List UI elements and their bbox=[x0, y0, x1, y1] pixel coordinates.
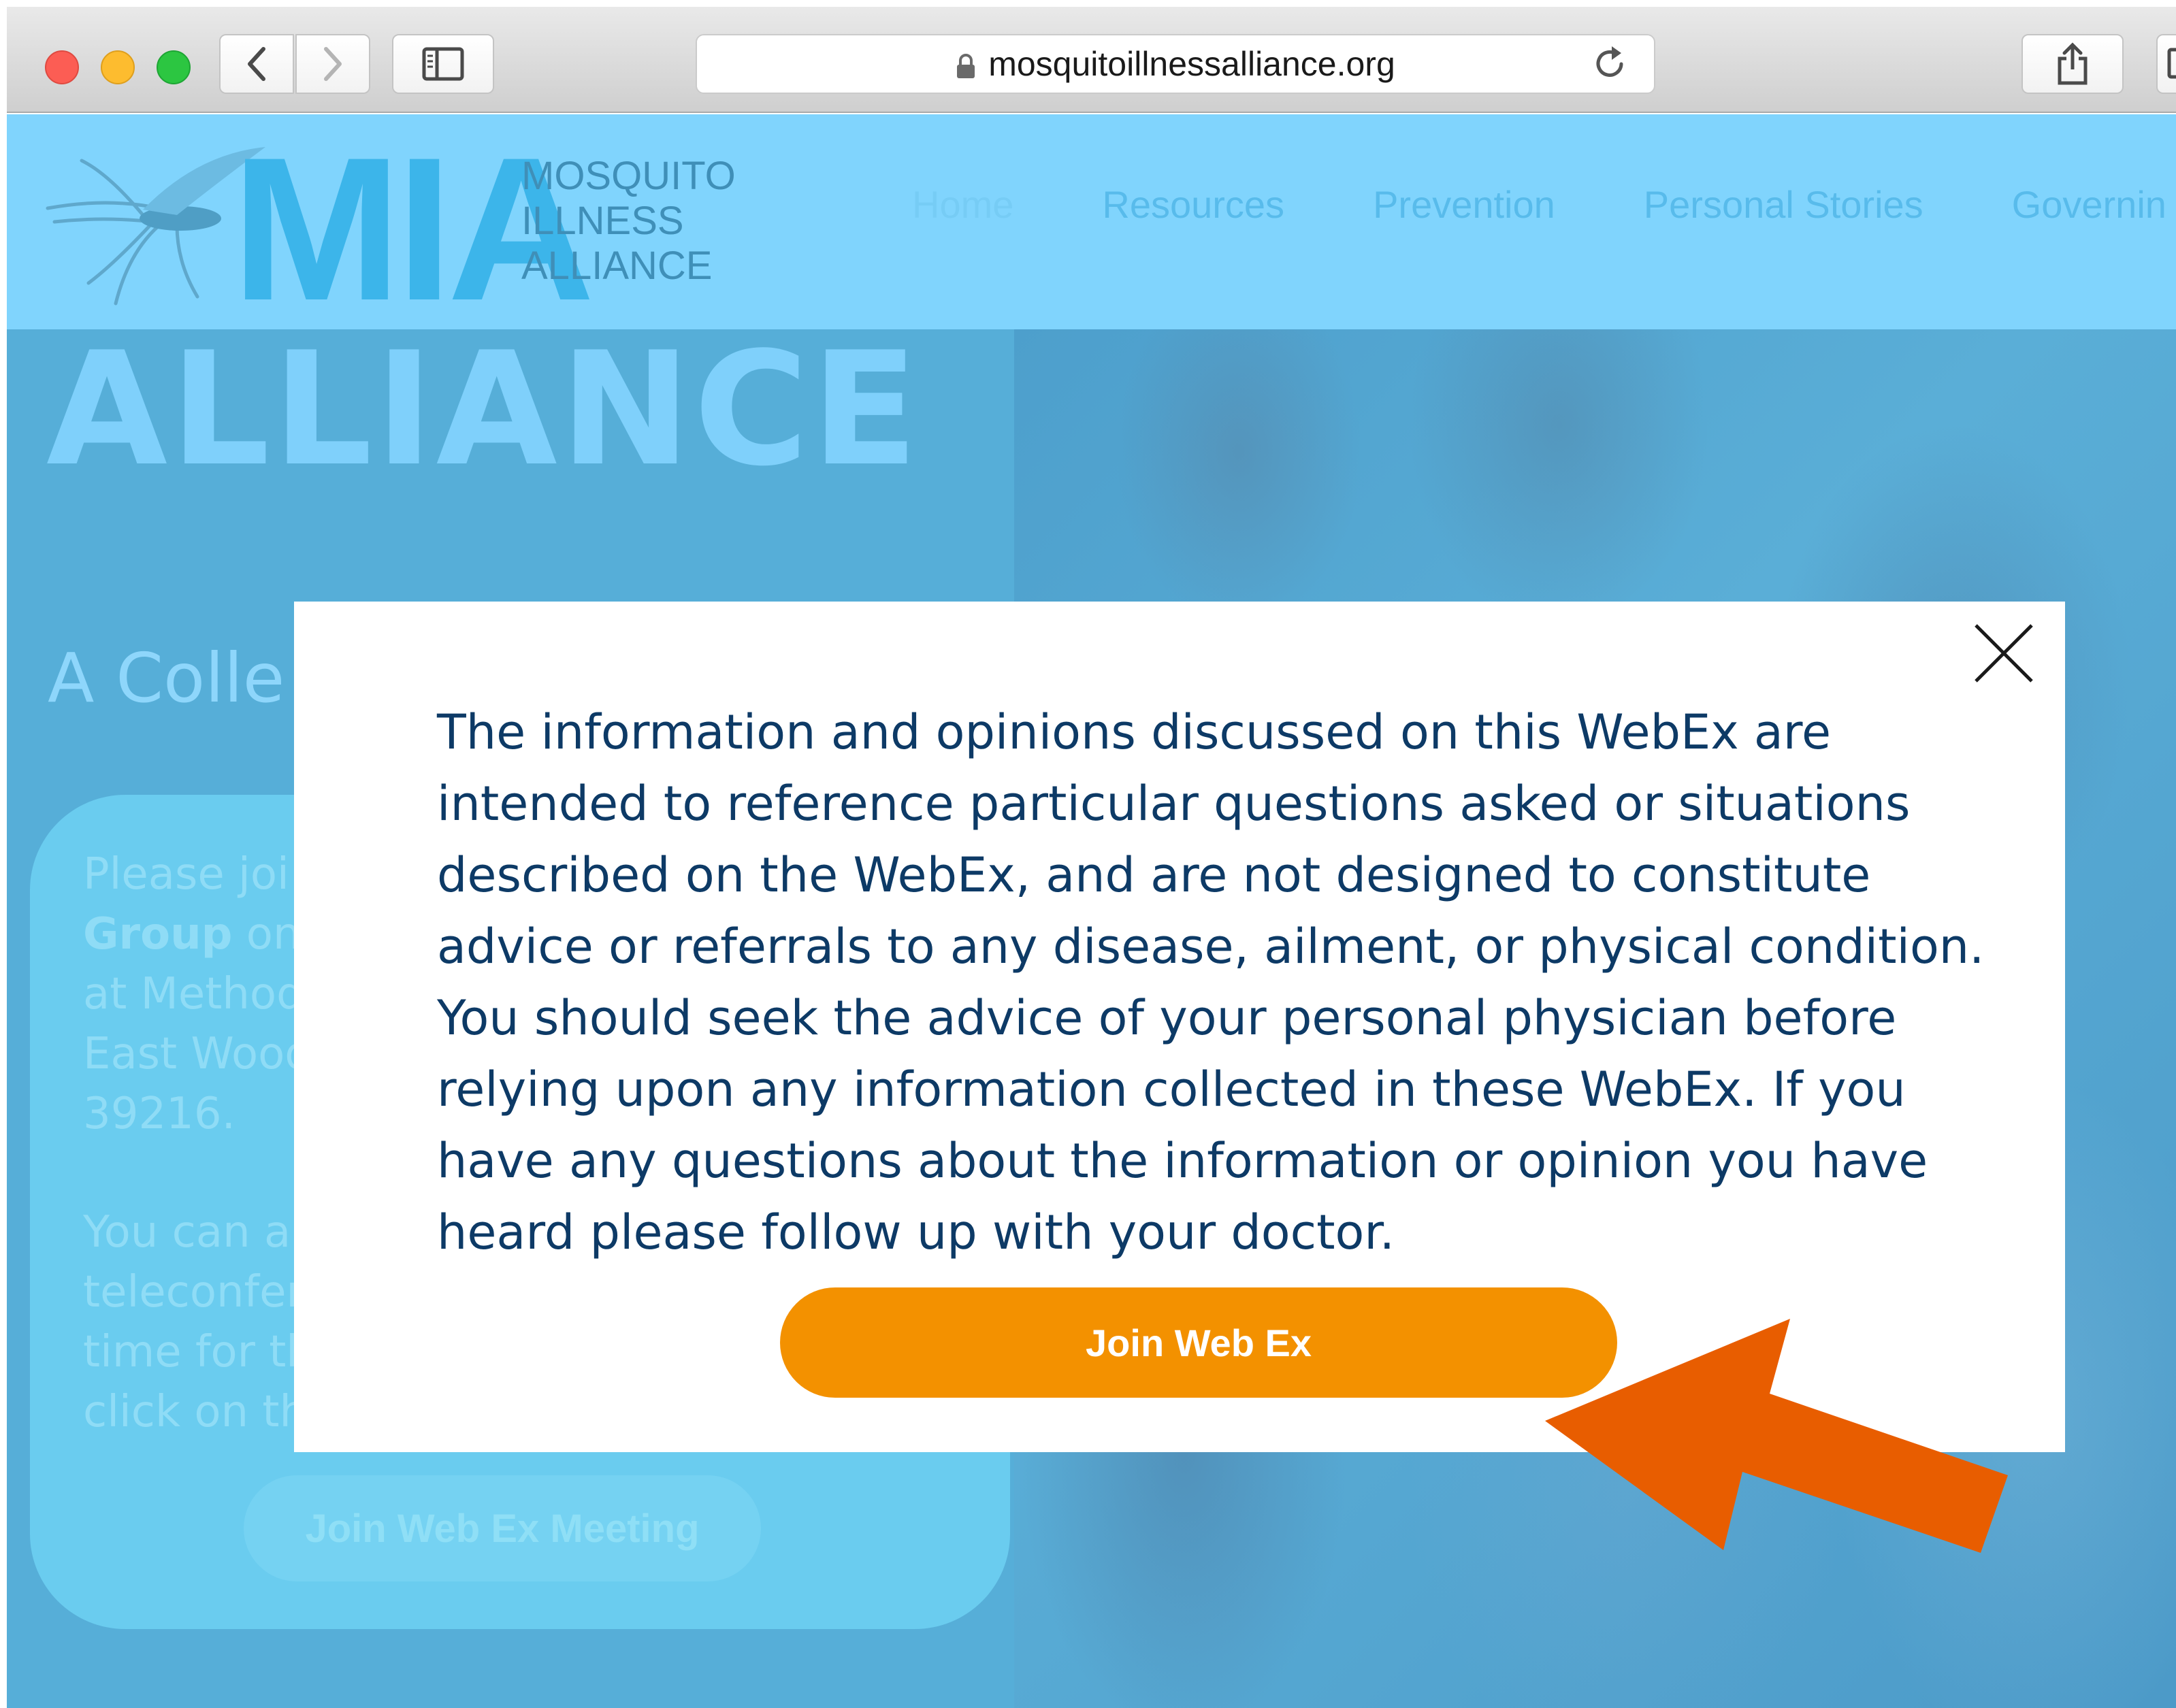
address-bar[interactable]: mosquitoillnessalliance.org bbox=[696, 34, 1655, 94]
card-text-fragment: on bbox=[246, 909, 301, 959]
card-text-line: at Method bbox=[83, 969, 304, 1019]
nav-item-personal-stories[interactable]: Personal Stories bbox=[1644, 182, 1923, 227]
nav-item-home[interactable]: Home bbox=[912, 182, 1013, 227]
site-logo[interactable]: MIA MOSQUITO ILLNESS ALLIANCE bbox=[41, 127, 790, 331]
join-webex-button[interactable]: Join Web Ex bbox=[780, 1287, 1617, 1398]
nav-item-resources[interactable]: Resources bbox=[1102, 182, 1284, 227]
hero-subtitle: A Colle bbox=[48, 638, 285, 718]
back-icon bbox=[248, 47, 265, 81]
card-text-line: 39216. bbox=[83, 1089, 236, 1139]
card-text-line: East Wood bbox=[83, 1029, 312, 1079]
browser-toolbar: mosquitoillnessalliance.org bbox=[7, 7, 2176, 113]
tabs-icon bbox=[2167, 48, 2176, 79]
back-button[interactable] bbox=[219, 34, 294, 94]
card-text-line: Please joi bbox=[83, 849, 289, 900]
lock-icon bbox=[956, 54, 976, 78]
sidebar-icon bbox=[422, 47, 464, 81]
window-minimize-button[interactable] bbox=[101, 50, 135, 84]
card-bold-text: Group bbox=[83, 909, 233, 959]
disclaimer-text: The information and opinions discussed o… bbox=[437, 704, 1985, 1260]
window-close-button[interactable] bbox=[45, 50, 79, 84]
forward-icon bbox=[324, 47, 342, 81]
sidebar-button[interactable] bbox=[392, 34, 494, 94]
logo-word: ILLNESS bbox=[521, 199, 684, 243]
card-text-line: teleconfer bbox=[83, 1267, 304, 1317]
main-nav: Home Resources Prevention Personal Stori… bbox=[912, 182, 2166, 227]
card-text-line: You can al bbox=[83, 1207, 303, 1258]
card-text-line: Group on bbox=[83, 909, 301, 959]
url-text: mosquitoillnessalliance.org bbox=[988, 45, 1395, 83]
reload-icon[interactable] bbox=[1591, 45, 1629, 86]
webpage: MIA MOSQUITO ILLNESS ALLIANCE Home Resou… bbox=[7, 114, 2176, 1708]
tabs-button[interactable] bbox=[2156, 34, 2176, 94]
window-maximize-button[interactable] bbox=[157, 50, 191, 84]
close-icon bbox=[1975, 624, 2033, 683]
site-header: MIA MOSQUITO ILLNESS ALLIANCE Home Resou… bbox=[7, 114, 2176, 331]
logo-word: ALLIANCE bbox=[521, 244, 713, 288]
share-icon bbox=[2058, 42, 2088, 85]
forward-button[interactable] bbox=[295, 34, 370, 94]
close-button[interactable] bbox=[1970, 619, 2038, 687]
join-webex-meeting-button[interactable]: Join Web Ex Meeting bbox=[244, 1475, 761, 1581]
nav-item-prevention[interactable]: Prevention bbox=[1373, 182, 1555, 227]
share-button[interactable] bbox=[2021, 34, 2124, 94]
logo-word: MOSQUITO bbox=[521, 154, 736, 198]
hero-title: ALLIANCE bbox=[46, 319, 922, 501]
logo-wordmark: MOSQUITO ILLNESS ALLIANCE bbox=[521, 154, 736, 289]
nav-item-governing[interactable]: Governin bbox=[2012, 182, 2166, 227]
arrow-annotation-icon bbox=[1545, 1319, 2008, 1553]
